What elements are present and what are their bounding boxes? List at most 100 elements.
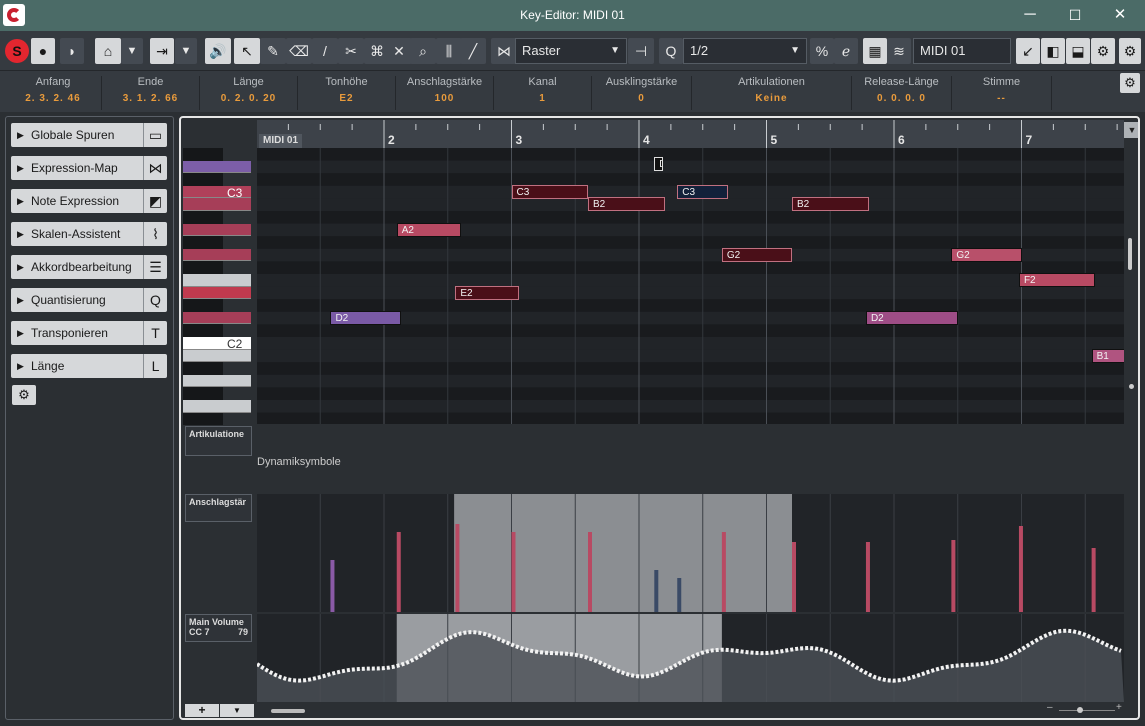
info-channel[interactable]: Kanal 1 bbox=[494, 76, 592, 110]
vertical-scroll-thumb[interactable] bbox=[1128, 238, 1132, 270]
transpose-icon[interactable]: T bbox=[143, 321, 167, 345]
midi-note[interactable]: G2 bbox=[721, 247, 792, 262]
piano-black-key[interactable] bbox=[183, 236, 223, 249]
vertical-zoom-handle[interactable] bbox=[1129, 384, 1134, 389]
infoline-settings-icon[interactable]: ⚙ bbox=[1120, 73, 1140, 93]
chord-editing-icon[interactable]: ☰ bbox=[143, 255, 167, 279]
info-voice[interactable]: Stimme -- bbox=[952, 76, 1052, 110]
piano-black-key[interactable] bbox=[183, 299, 223, 312]
track-list-icon[interactable]: ≋ bbox=[887, 38, 911, 64]
piano-white-key[interactable] bbox=[183, 400, 251, 413]
info-release-length-value[interactable]: 0. 0. 0. 0 bbox=[852, 93, 951, 104]
section-expression-map[interactable]: ▶ Expression-Map ⋈ bbox=[11, 156, 167, 180]
piano-keyboard[interactable]: C3 C2 bbox=[183, 148, 255, 426]
info-length[interactable]: Länge 0. 2. 0. 20 bbox=[200, 76, 298, 110]
piano-white-key[interactable] bbox=[183, 311, 251, 325]
window-settings-icon[interactable]: ⚙ bbox=[1091, 38, 1115, 64]
scale-assistant-icon[interactable]: ⌇ bbox=[143, 222, 167, 246]
info-release-velocity-value[interactable]: 0 bbox=[592, 93, 691, 104]
piano-mode-icon[interactable]: ▦ bbox=[863, 38, 887, 64]
info-articulations[interactable]: Artikulationen Keine bbox=[692, 76, 852, 110]
piano-white-key[interactable] bbox=[183, 160, 251, 174]
piano-black-key[interactable] bbox=[183, 412, 223, 426]
info-articulations-value[interactable]: Keine bbox=[692, 93, 851, 104]
piano-black-key[interactable] bbox=[183, 324, 223, 337]
controller-lane-label[interactable]: Main Volume CC 7 79 bbox=[185, 614, 252, 642]
info-length-value[interactable]: 0. 2. 0. 20 bbox=[200, 93, 297, 104]
vertical-zoom[interactable] bbox=[1124, 148, 1138, 424]
piano-white-key[interactable] bbox=[183, 374, 251, 388]
link-icon[interactable]: ↙ bbox=[1016, 38, 1040, 64]
quantize-section-icon[interactable]: Q bbox=[143, 288, 167, 312]
info-start[interactable]: Anfang 2. 3. 2. 46 bbox=[5, 76, 102, 110]
info-start-value[interactable]: 2. 3. 2. 46 bbox=[5, 93, 101, 104]
midi-note[interactable]: D bbox=[654, 157, 664, 172]
ruler-menu-chevron-icon[interactable]: ▼ bbox=[1124, 122, 1138, 138]
articulation-lane-label[interactable]: Artikulatione bbox=[185, 426, 252, 456]
maximize-button[interactable]: ☐ bbox=[1057, 4, 1093, 26]
draw-tool-icon[interactable]: ✎ bbox=[260, 38, 286, 64]
midi-note[interactable]: C3 bbox=[677, 184, 729, 199]
section-quantize[interactable]: ▶ Quantisierung Q bbox=[11, 288, 167, 312]
autoscroll-dropdown[interactable]: ▼ bbox=[121, 38, 143, 64]
raster-select[interactable]: Raster ▼ bbox=[515, 38, 627, 64]
piano-white-key[interactable] bbox=[183, 349, 251, 363]
trim-tool-icon[interactable]: / bbox=[312, 38, 338, 64]
add-lane-button[interactable]: + bbox=[185, 704, 219, 717]
piano-white-key[interactable] bbox=[183, 286, 251, 300]
midi-note[interactable]: A2 bbox=[396, 222, 461, 237]
section-chord-editing[interactable]: ▶ Akkordbearbeitung ☰ bbox=[11, 255, 167, 279]
global-tracks-icon[interactable]: ▭ bbox=[143, 123, 167, 147]
split-tool-icon[interactable]: ✂ bbox=[338, 38, 364, 64]
autoscroll-icon[interactable]: ⌂ bbox=[95, 38, 121, 64]
midi-note[interactable]: B2 bbox=[792, 197, 869, 212]
toolbar-settings-icon[interactable]: ⚙ bbox=[1119, 38, 1141, 64]
piano-black-key[interactable] bbox=[183, 173, 223, 186]
midi-note[interactable]: D2 bbox=[330, 310, 401, 325]
horizontal-zoom-slider[interactable] bbox=[1059, 710, 1115, 711]
info-end[interactable]: Ende 3. 1. 2. 66 bbox=[102, 76, 200, 110]
lane-menu-button[interactable]: ▼ bbox=[220, 704, 254, 717]
articulation-lane[interactable]: Dynamiksymbole bbox=[257, 426, 1124, 490]
section-scale-assistant[interactable]: ▶ Skalen-Assistent ⌇ bbox=[11, 222, 167, 246]
midi-note[interactable]: B2 bbox=[588, 197, 665, 212]
horizontal-scroll-thumb[interactable] bbox=[271, 709, 305, 713]
pencil-line-icon[interactable]: ╱ bbox=[460, 38, 486, 64]
section-transpose[interactable]: ▶ Transponieren T bbox=[11, 321, 167, 345]
info-release-velocity[interactable]: Ausklingstärke 0 bbox=[592, 76, 692, 110]
controller-lane[interactable] bbox=[257, 614, 1124, 702]
inspector-settings-icon[interactable]: ⚙ bbox=[12, 385, 36, 405]
ruler[interactable]: 2 3 4 5 6 7 MIDI 01 bbox=[257, 120, 1124, 148]
piano-black-key[interactable] bbox=[183, 362, 223, 375]
piano-black-key[interactable] bbox=[183, 261, 223, 274]
line-tool-icon[interactable]: ⫼ bbox=[436, 38, 462, 64]
piano-black-key[interactable] bbox=[183, 148, 223, 161]
note-expression-icon[interactable]: ◩ bbox=[143, 189, 167, 213]
info-end-value[interactable]: 3. 1. 2. 66 bbox=[102, 93, 199, 104]
quantize-icon[interactable]: Q bbox=[659, 38, 683, 64]
insert-icon[interactable]: ⊣ bbox=[628, 38, 654, 64]
expression-map-icon[interactable]: ⋈ bbox=[143, 156, 167, 180]
zoom-tool-icon[interactable]: ⌕ bbox=[410, 38, 436, 64]
speaker-icon[interactable]: 🔊 bbox=[205, 38, 231, 64]
raster-icon[interactable]: ⋈ bbox=[491, 38, 517, 64]
minimize-button[interactable]: ─ bbox=[1012, 4, 1048, 26]
horizontal-zoom-handle[interactable] bbox=[1077, 707, 1083, 713]
info-channel-value[interactable]: 1 bbox=[494, 93, 591, 104]
piano-white-key[interactable] bbox=[183, 274, 251, 287]
midi-note[interactable]: E2 bbox=[455, 285, 520, 300]
swing-icon[interactable]: % bbox=[810, 38, 834, 64]
piano-white-key[interactable] bbox=[183, 223, 251, 237]
record-button[interactable]: ● bbox=[31, 38, 55, 64]
piano-black-key[interactable] bbox=[183, 211, 223, 224]
midi-note[interactable]: D2 bbox=[865, 310, 958, 325]
snap-dropdown[interactable]: ▼ bbox=[175, 38, 197, 64]
track-select[interactable]: MIDI 01 bbox=[913, 38, 1011, 64]
velocity-lane-label[interactable]: Anschlagstär bbox=[185, 494, 252, 522]
left-zone-icon[interactable]: ◧ bbox=[1041, 38, 1065, 64]
close-button[interactable]: ✕ bbox=[1102, 4, 1138, 26]
zoom-in-button[interactable]: + bbox=[1116, 702, 1122, 713]
section-note-expression[interactable]: ▶ Note Expression ◩ bbox=[11, 189, 167, 213]
info-velocity[interactable]: Anschlagstärke 100 bbox=[396, 76, 494, 110]
acoustic-feedback-icon[interactable]: ◗ bbox=[60, 38, 84, 64]
